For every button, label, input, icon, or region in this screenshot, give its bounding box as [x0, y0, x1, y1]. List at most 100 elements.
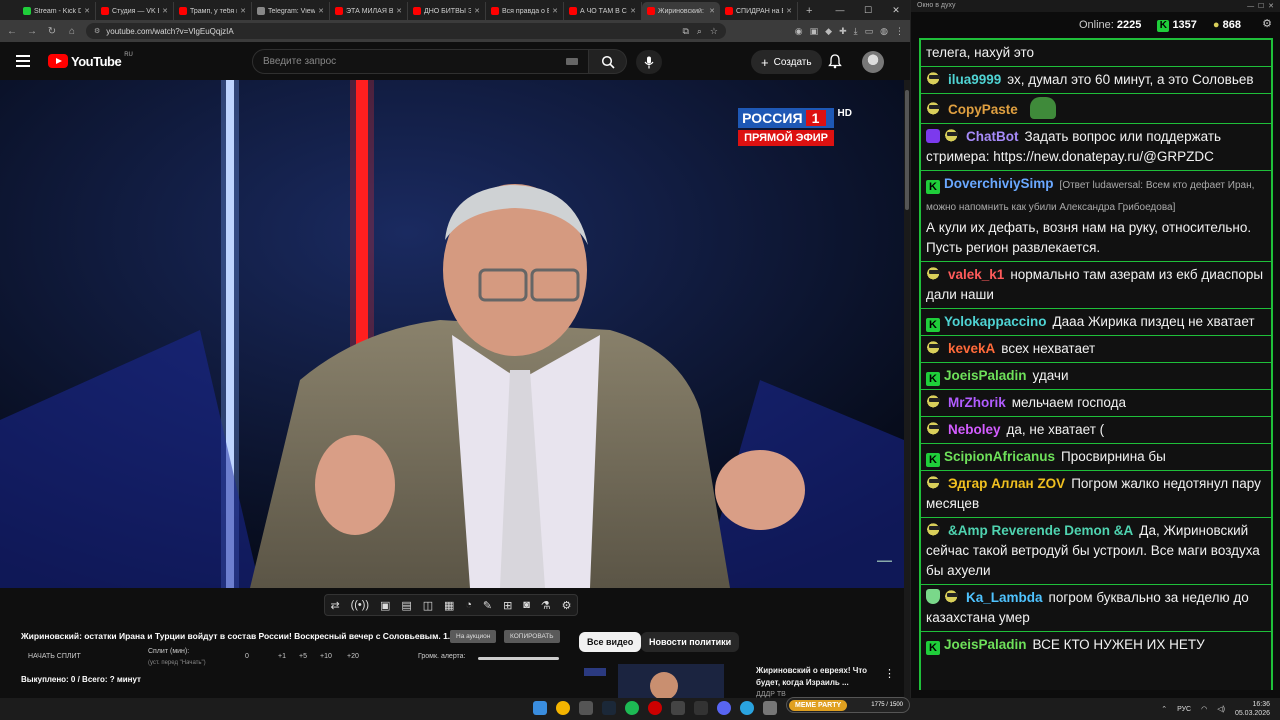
loop-icon[interactable]: ⇄	[330, 599, 339, 612]
chat-username[interactable]: ChatBot	[966, 129, 1019, 144]
steam-icon[interactable]	[602, 701, 616, 715]
browser-tab[interactable]: Студия — VK В ✕	[96, 2, 174, 20]
search-input[interactable]: Введите запрос	[252, 49, 589, 74]
tray-chevron-icon[interactable]: ⌃	[1161, 705, 1167, 713]
volume-icon[interactable]: ◁)	[1217, 705, 1225, 713]
chat-message[interactable]: K Yolokappaccino Дааа Жирика пиздец не хва…	[921, 308, 1271, 335]
tab-close-icon[interactable]: ✕	[396, 7, 402, 15]
profile-icon[interactable]: ◍	[880, 26, 888, 37]
edit-icon[interactable]: ✎	[483, 599, 492, 612]
extension-icon[interactable]: ▣	[810, 26, 819, 37]
auction-button[interactable]: На аукцион	[450, 630, 497, 643]
browser-tab[interactable]: Telegram: View ✕	[252, 2, 330, 20]
avatar[interactable]	[862, 51, 884, 73]
film-icon[interactable]: ▤	[401, 599, 411, 612]
broadcast-icon[interactable]: ((•))	[351, 599, 370, 611]
flask-icon[interactable]: ⚗	[541, 599, 551, 612]
minimize-icon[interactable]: —	[826, 0, 854, 20]
browser-tab[interactable]: ЭТА МИЛАЯ ВЬ ✕	[330, 2, 408, 20]
video-player[interactable]: РОССИЯ 1 HD ПРЯМОЙ ЭФИР ▬▬▬	[0, 80, 904, 588]
chat-message[interactable]: CopyPaste	[921, 93, 1271, 123]
tab-close-icon[interactable]: ✕	[709, 7, 715, 15]
new-tab-button[interactable]: +	[798, 2, 820, 20]
menu-icon[interactable]: ⋮	[895, 26, 904, 37]
chat-message[interactable]: &Amp Reverende Demon &A Да, Жириновский с…	[921, 517, 1271, 584]
split-value[interactable]: 0	[245, 653, 249, 660]
chat-username[interactable]: Neboley	[948, 422, 1001, 437]
forward-icon[interactable]: →	[26, 26, 38, 37]
chat-message[interactable]: K ScipionAfricanus Просвирнина бы	[921, 443, 1271, 470]
browser-tab[interactable]: ДНО БИТВЫ ЭК✕	[408, 2, 486, 20]
app-icon[interactable]	[763, 701, 777, 715]
tab-close-icon[interactable]: ✕	[318, 7, 324, 15]
tab-close-icon[interactable]: ✕	[474, 7, 480, 15]
search-button[interactable]	[589, 49, 627, 74]
discord-icon[interactable]	[717, 701, 731, 715]
start-icon[interactable]	[533, 701, 547, 715]
zoom-icon[interactable]: ⌕	[697, 26, 702, 37]
tab-close-icon[interactable]: ✕	[240, 7, 246, 15]
plus-1-button[interactable]: +1	[278, 653, 286, 660]
chip-all-videos[interactable]: Все видео	[579, 632, 642, 652]
chat-message[interactable]: Neboley да, не хватает (	[921, 416, 1271, 443]
chat-username[interactable]: valek_k1	[948, 267, 1004, 282]
clock[interactable]: 16:36 05.03.2026	[1235, 700, 1270, 718]
maximize-icon[interactable]: ☐	[854, 0, 882, 20]
plus-5-button[interactable]: +5	[299, 653, 307, 660]
extension-icon[interactable]: ◆	[825, 26, 832, 37]
app-icon[interactable]	[694, 701, 708, 715]
chat-username[interactable]: JoeisPaladin	[944, 368, 1027, 383]
chat-settings-icon[interactable]: ⚙	[1262, 17, 1272, 30]
create-button[interactable]: + Создать	[751, 50, 822, 74]
install-icon[interactable]: ⧉	[682, 26, 688, 37]
alert-volume-slider[interactable]	[478, 657, 559, 660]
speed-icon[interactable]: ◔	[465, 599, 472, 611]
star-icon[interactable]: ☆	[710, 26, 718, 37]
recommended-title[interactable]: Жириновский о евреях! Что будет, когда И…	[756, 665, 878, 689]
language-indicator[interactable]: РУС	[1177, 706, 1191, 713]
start-split-button[interactable]: НАЧАТЬ СПЛИТ	[28, 653, 81, 660]
chip-politics-news[interactable]: Новости политики	[641, 632, 740, 652]
plus-10-button[interactable]: +10	[320, 653, 332, 660]
chat-username[interactable]: kevekA	[948, 341, 995, 356]
puzzle-icon[interactable]: ✚	[839, 26, 847, 37]
chat-username[interactable]: ilua9999	[948, 72, 1001, 87]
chat-username[interactable]: CopyPaste	[948, 102, 1018, 117]
browser-tab[interactable]: СПИДРАН на В ✕	[720, 2, 798, 20]
terminal-icon[interactable]	[579, 701, 593, 715]
back-icon[interactable]: ←	[6, 26, 18, 37]
chat-message[interactable]: K JoeisPaladin удачи	[921, 362, 1271, 389]
voice-search-button[interactable]	[636, 50, 662, 74]
app-icon[interactable]	[671, 701, 685, 715]
reload-icon[interactable]: ↻	[46, 26, 58, 37]
tab-close-icon[interactable]: ✕	[786, 7, 792, 15]
spotify-icon[interactable]	[625, 701, 639, 715]
chat-username[interactable]: MrZhorik	[948, 395, 1006, 410]
wifi-icon[interactable]: ◠	[1201, 705, 1207, 713]
chat-message[interactable]: ilua9999 эх, думал это 60 минут, а это Со…	[921, 66, 1271, 93]
chat-message[interactable]: Эдгар Аллан ZOV Погром жалко недотянул па…	[921, 470, 1271, 517]
meme-party-widget[interactable]: MEME PARTY 1775 / 1500	[786, 697, 910, 713]
copy-button[interactable]: КОПИРОВАТЬ	[504, 630, 560, 643]
chat-username[interactable]: JoeisPaladin	[944, 637, 1027, 652]
youtube-logo[interactable]: YouTube RU	[48, 52, 133, 69]
sidebar-icon[interactable]: ▭	[865, 26, 874, 37]
camera-icon[interactable]: ◙	[523, 599, 530, 611]
chat-message[interactable]: K JoeisPaladin ВСЕ КТО НУЖЕН ИХ НЕТУ	[921, 631, 1271, 658]
chat-username[interactable]: Эдгар Аллан ZOV	[948, 476, 1065, 491]
chat-username[interactable]: DoverchiviySimp	[944, 176, 1054, 191]
chat-username[interactable]: Ka_Lambda	[966, 590, 1043, 605]
chat-messages[interactable]: телега, нахуй это ilua9999 эх, думал это 6…	[919, 38, 1273, 690]
tab-close-icon[interactable]: ✕	[162, 7, 168, 15]
recommended-channel[interactable]: ДДДР ТВ	[756, 691, 786, 698]
browser-tab[interactable]: Жириновский: ✕	[642, 2, 720, 20]
more-options-icon[interactable]: ⋮	[884, 667, 895, 680]
chat-username[interactable]: &Amp Reverende Demon &A	[948, 523, 1133, 538]
keyboard-icon[interactable]	[566, 58, 578, 65]
menu-hamburger-icon[interactable]	[16, 55, 30, 67]
scrollbar-thumb[interactable]	[905, 90, 909, 210]
chat-message[interactable]: Ka_Lambda погром буквально за неделю до к…	[921, 584, 1271, 631]
gear-icon[interactable]: ⚙	[562, 599, 572, 612]
address-text[interactable]: youtube.com/watch?v=VlgEuQqjzIA	[106, 27, 233, 36]
tab-close-icon[interactable]: ✕	[84, 7, 90, 15]
